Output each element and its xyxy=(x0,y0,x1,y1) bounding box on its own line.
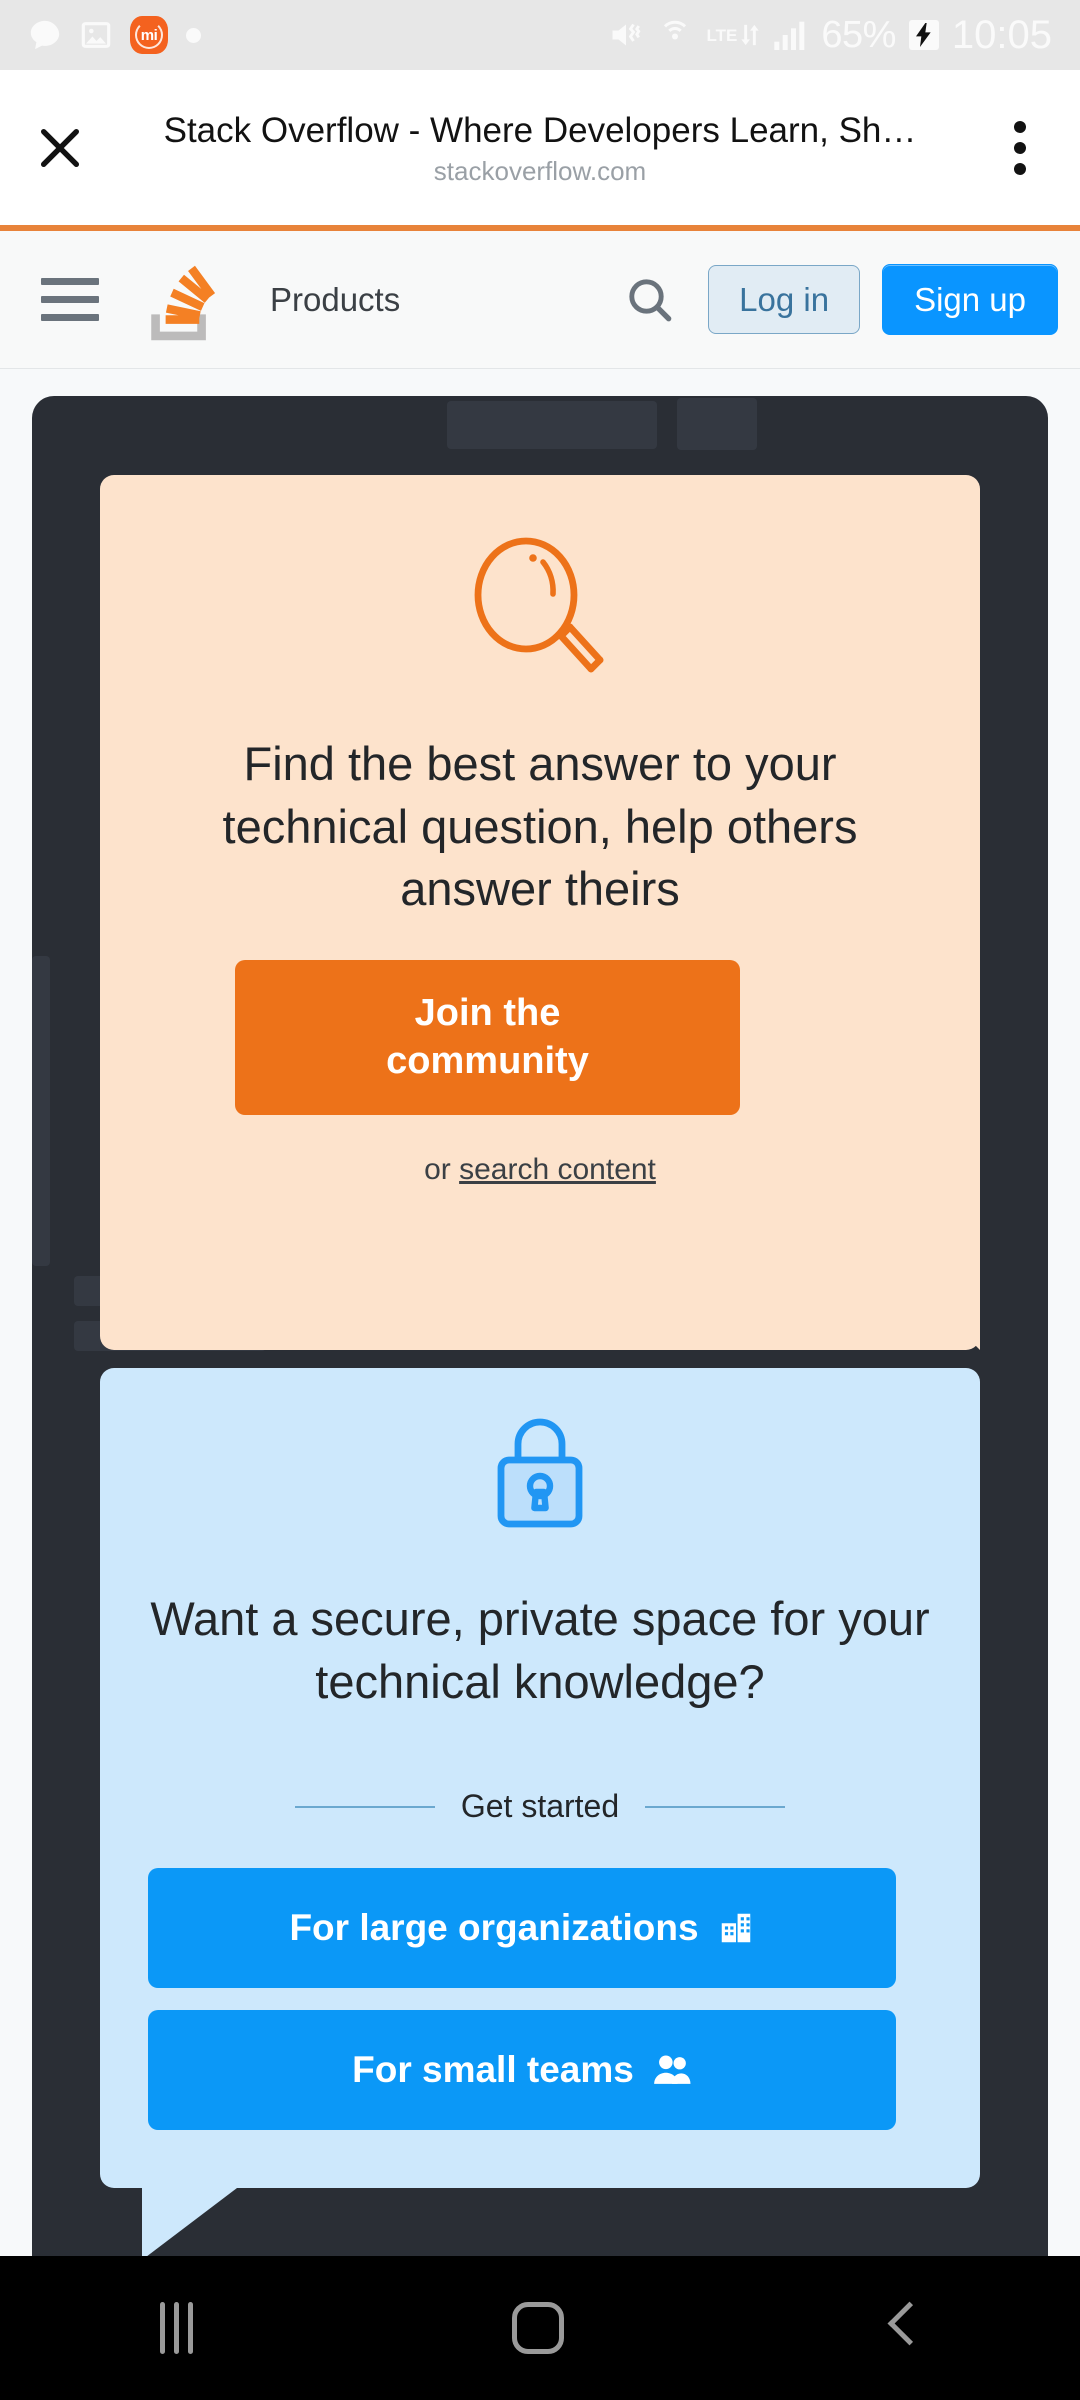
signup-button[interactable]: Sign up xyxy=(882,264,1058,335)
search-content-link[interactable]: search content xyxy=(459,1153,656,1186)
close-icon xyxy=(40,128,80,167)
hamburger-menu-icon xyxy=(41,296,99,303)
lock-icon xyxy=(497,1418,583,1528)
recents-icon xyxy=(159,2302,165,2354)
signal-bars-icon xyxy=(774,20,808,50)
hamburger-menu-icon xyxy=(41,314,99,321)
hamburger-menu-button[interactable] xyxy=(20,278,120,321)
mute-vibrate-icon xyxy=(608,17,644,53)
close-button[interactable] xyxy=(0,70,120,225)
mi-app-label: mi xyxy=(140,26,158,44)
browser-chrome-bar: Stack Overflow - Where Developers Learn,… xyxy=(0,70,1080,225)
building-icon xyxy=(721,1913,750,1943)
recents-icon xyxy=(173,2302,179,2354)
join-community-card: Find the best answer to your technical q… xyxy=(100,475,980,1350)
magnifying-glass-icon xyxy=(474,537,604,673)
back-button[interactable] xyxy=(884,2302,920,2354)
search-button[interactable] xyxy=(614,264,686,336)
phone-screen: mi LTE 65% 10:05 Stack Overflow - Where … xyxy=(0,0,1080,2400)
stack-overflow-logo[interactable] xyxy=(134,254,226,346)
status-bar-right-icons: LTE 65% 10:05 xyxy=(608,15,1052,55)
teams-card: Want a secure, private space for your te… xyxy=(100,1368,980,2188)
recents-button[interactable] xyxy=(159,2302,193,2354)
overflow-menu-button[interactable] xyxy=(960,70,1080,225)
get-started-divider: Get started xyxy=(100,1788,980,1825)
page-url: stackoverflow.com xyxy=(433,155,647,186)
site-header: Products Log in Sign up xyxy=(0,231,1080,369)
search-icon xyxy=(629,278,672,321)
page-title: Stack Overflow - Where Developers Learn,… xyxy=(163,111,917,151)
for-small-teams-label: For small teams xyxy=(352,2049,634,2090)
page-title-block: Stack Overflow - Where Developers Learn,… xyxy=(120,111,960,183)
kebab-menu-icon xyxy=(1014,120,1026,133)
recents-icon xyxy=(187,2302,193,2354)
battery-percent-label: 65% xyxy=(821,14,896,56)
dot-indicator xyxy=(186,27,201,43)
gallery-image-icon xyxy=(80,19,112,51)
for-large-organizations-label: For large organizations xyxy=(289,1907,699,1948)
site-header-actions: Log in Sign up xyxy=(614,264,1080,336)
lte-data-icon: LTE xyxy=(706,22,761,48)
status-bar-left-icons: mi xyxy=(28,16,201,54)
nav-item-products[interactable]: Products xyxy=(270,281,400,319)
clock-label: 10:05 xyxy=(951,13,1052,57)
join-the-community-button[interactable]: Join the community xyxy=(235,960,740,1115)
people-icon xyxy=(654,2055,691,2084)
divider-line-right xyxy=(645,1805,786,1808)
kebab-menu-icon xyxy=(1014,141,1026,154)
for-small-teams-button[interactable]: For small teams xyxy=(148,2010,896,2130)
magnifying-glass-wrap xyxy=(100,535,980,685)
lock-icon-wrap xyxy=(100,1410,980,1538)
join-community-line1: Join the xyxy=(414,992,561,1034)
skeleton-block xyxy=(32,956,50,1266)
join-community-line2: community xyxy=(386,1039,589,1082)
search-content-row: or search content xyxy=(100,1153,980,1187)
skeleton-block xyxy=(677,398,757,450)
stack-overflow-logo-icon xyxy=(151,265,216,340)
skeleton-block xyxy=(447,401,657,449)
for-large-organizations-button[interactable]: For large organizations xyxy=(148,1868,896,1988)
home-button[interactable] xyxy=(512,2302,565,2354)
kebab-menu-icon xyxy=(1014,162,1026,175)
mi-app-icon: mi xyxy=(130,16,168,54)
talk-bubble-icon xyxy=(28,18,62,52)
battery-charging-icon xyxy=(908,20,939,50)
status-bar: mi LTE 65% 10:05 xyxy=(0,0,1080,70)
join-community-heading: Find the best answer to your technical q… xyxy=(222,737,858,915)
android-navigation-bar xyxy=(0,2256,1080,2400)
teams-card-heading: Want a secure, private space for your te… xyxy=(150,1592,930,1708)
or-prefix-label: or xyxy=(424,1153,460,1186)
hamburger-menu-icon xyxy=(41,278,99,285)
get-started-label: Get started xyxy=(460,1788,620,1824)
login-button[interactable]: Log in xyxy=(708,265,861,334)
hotspot-icon xyxy=(657,17,693,53)
divider-line-left xyxy=(294,1805,435,1808)
